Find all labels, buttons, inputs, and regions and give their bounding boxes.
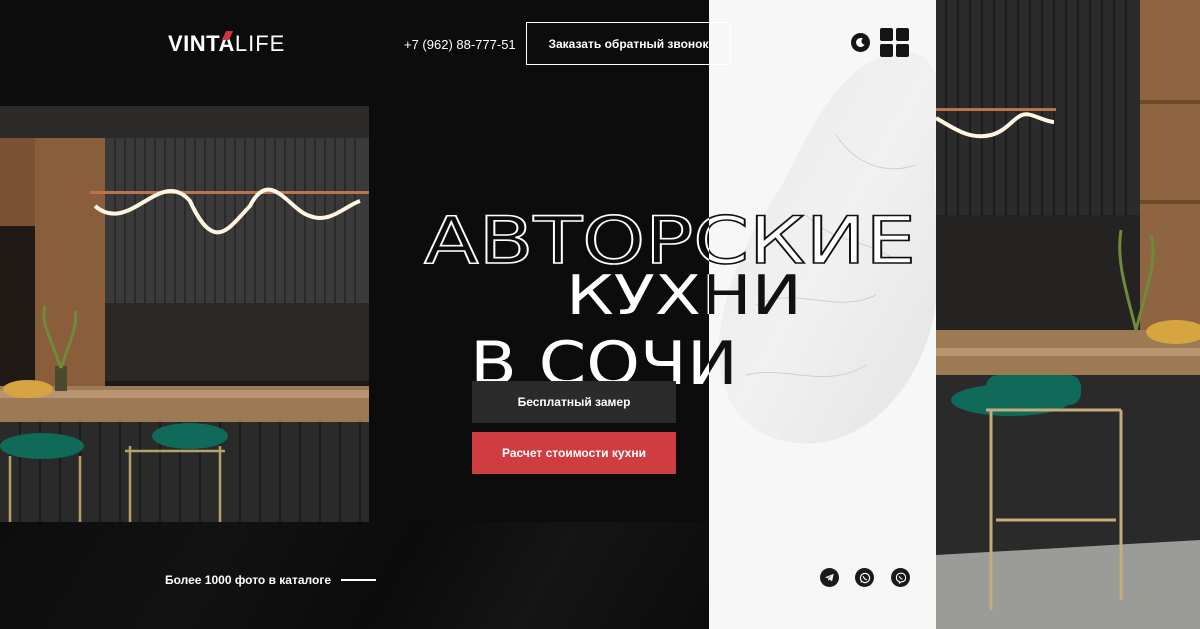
viber-icon[interactable]: [891, 568, 910, 587]
menu-grid-cell: [880, 28, 893, 41]
marble-shape: [718, 51, 942, 444]
menu-grid-cell: [880, 44, 893, 57]
kitchen-cost-button[interactable]: Расчет стоимости кухни: [472, 432, 676, 474]
callback-button[interactable]: Заказать обратный звонок: [526, 22, 731, 65]
catalog-link-label: Более 1000 фото в каталоге: [165, 573, 331, 587]
telegram-icon[interactable]: [820, 568, 839, 587]
free-measure-button[interactable]: Бесплатный замер: [472, 381, 676, 423]
moon-icon: [856, 37, 865, 48]
theme-toggle[interactable]: [851, 33, 870, 52]
catalog-link-line: [341, 579, 376, 581]
menu-grid-cell: [896, 44, 909, 57]
phone-link[interactable]: +7 (962) 88-777-51: [404, 37, 516, 52]
callback-button-label: Заказать обратный звонок: [548, 36, 709, 51]
catalog-link[interactable]: Более 1000 фото в каталоге: [165, 573, 376, 587]
logo-light-text: LIFE: [234, 31, 286, 56]
menu-grid-cell: [896, 28, 909, 41]
kitchen-photo-left: [0, 106, 369, 522]
kitchen-photo-right: [936, 0, 1200, 629]
whatsapp-icon[interactable]: [855, 568, 874, 587]
menu-grid-icon[interactable]: [880, 28, 910, 58]
